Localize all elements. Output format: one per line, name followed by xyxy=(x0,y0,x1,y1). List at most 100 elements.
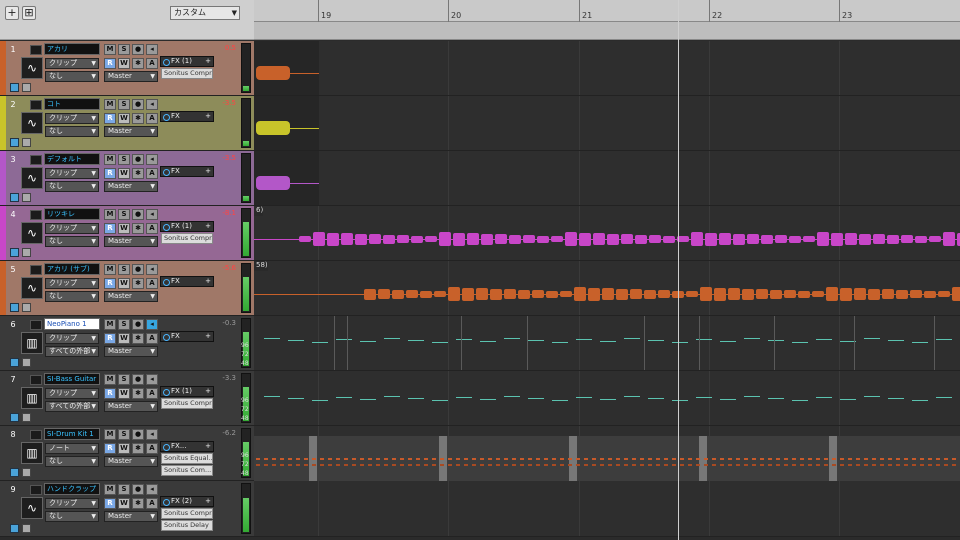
input-dropdown[interactable]: なし ▼ xyxy=(45,181,99,192)
midi-note[interactable] xyxy=(528,340,544,341)
drum-hit[interactable] xyxy=(608,458,612,460)
drum-hit[interactable] xyxy=(472,464,476,466)
drum-hit[interactable] xyxy=(712,458,716,460)
drum-hit[interactable] xyxy=(560,464,564,466)
write-automation-button[interactable]: W xyxy=(118,498,130,509)
mute-button[interactable]: M xyxy=(104,374,116,385)
drum-hit[interactable] xyxy=(440,464,444,466)
fx-plugin-slot[interactable]: Sonitus Compr... xyxy=(161,233,213,244)
drum-hit[interactable] xyxy=(640,458,644,460)
drum-hit[interactable] xyxy=(648,458,652,460)
clip-dropdown[interactable]: ノート ▼ xyxy=(45,443,99,454)
output-dropdown[interactable]: Master ▼ xyxy=(104,456,158,467)
read-automation-button[interactable]: R xyxy=(104,113,116,124)
solo-button[interactable]: S xyxy=(118,319,130,330)
drum-hit[interactable] xyxy=(792,458,796,460)
freeze-button[interactable]: ✱ xyxy=(132,498,144,509)
clip-dropdown[interactable]: クリップ ▼ xyxy=(45,113,99,124)
track-edit-icon[interactable] xyxy=(10,193,19,202)
midi-note[interactable] xyxy=(312,342,328,343)
drum-hit[interactable] xyxy=(880,458,884,460)
midi-note[interactable] xyxy=(264,338,280,339)
track-edit-icon[interactable] xyxy=(10,524,19,533)
write-automation-button[interactable]: W xyxy=(118,168,130,179)
midi-note[interactable] xyxy=(648,398,664,399)
drum-hit[interactable] xyxy=(776,464,780,466)
mute-button[interactable]: M xyxy=(104,319,116,330)
track-2[interactable]: 2 コト M S ● ◂ ∿ クリップ ▼ なし ▼ R W ✱ A Master ▼ -3.5 FX + xyxy=(0,96,254,151)
marker-ruler[interactable] xyxy=(254,22,960,40)
input-monitor-button[interactable]: ◂ xyxy=(146,429,158,440)
drum-hit[interactable] xyxy=(536,464,540,466)
drum-hit[interactable] xyxy=(872,464,876,466)
drum-hit[interactable] xyxy=(616,464,620,466)
drum-hit[interactable] xyxy=(704,458,708,460)
automation-lane-icon[interactable] xyxy=(22,303,31,312)
drum-hit[interactable] xyxy=(632,464,636,466)
input-monitor-button[interactable]: ◂ xyxy=(146,264,158,275)
midi-note[interactable] xyxy=(552,400,568,401)
midi-note[interactable] xyxy=(480,399,496,400)
freeze-button[interactable]: ✱ xyxy=(132,333,144,344)
drum-hit[interactable] xyxy=(416,464,420,466)
preset-dropdown[interactable]: カスタム ▼ xyxy=(170,6,240,20)
record-arm-button[interactable]: ● xyxy=(132,319,144,330)
drum-hit[interactable] xyxy=(912,458,916,460)
drum-hit[interactable] xyxy=(680,464,684,466)
drum-hit[interactable] xyxy=(512,464,516,466)
fx-bin[interactable]: FX (2) + xyxy=(160,496,214,507)
drum-hit[interactable] xyxy=(464,464,468,466)
drum-hit[interactable] xyxy=(584,464,588,466)
write-automation-button[interactable]: W xyxy=(118,443,130,454)
mute-button[interactable]: M xyxy=(104,154,116,165)
input-monitor-button[interactable]: ◂ xyxy=(146,154,158,165)
drum-hit[interactable] xyxy=(280,464,284,466)
drum-hit[interactable] xyxy=(832,458,836,460)
drum-hit[interactable] xyxy=(672,464,676,466)
drum-hit[interactable] xyxy=(720,458,724,460)
midi-note[interactable] xyxy=(408,340,424,341)
drum-hit[interactable] xyxy=(256,464,260,466)
drum-hit[interactable] xyxy=(488,458,492,460)
drum-hit[interactable] xyxy=(520,458,524,460)
drum-hit[interactable] xyxy=(688,464,692,466)
drum-hit[interactable] xyxy=(784,458,788,460)
drum-hit[interactable] xyxy=(600,464,604,466)
drum-hit[interactable] xyxy=(368,464,372,466)
midi-note[interactable] xyxy=(504,396,520,397)
drum-hit[interactable] xyxy=(848,464,852,466)
midi-note[interactable] xyxy=(336,397,352,398)
track-name-field[interactable]: アカリ xyxy=(44,43,100,55)
drum-hit[interactable] xyxy=(832,464,836,466)
track-name-field[interactable]: リツキレ xyxy=(44,208,100,220)
read-automation-button[interactable]: R xyxy=(104,443,116,454)
midi-note[interactable] xyxy=(816,339,832,340)
drum-hit[interactable] xyxy=(376,464,380,466)
drum-hit[interactable] xyxy=(856,458,860,460)
input-monitor-button[interactable]: ◂ xyxy=(146,484,158,495)
midi-note[interactable] xyxy=(288,398,304,399)
midi-note[interactable] xyxy=(696,397,712,398)
drum-hit[interactable] xyxy=(616,458,620,460)
solo-button[interactable]: S xyxy=(118,44,130,55)
record-arm-button[interactable]: ● xyxy=(132,209,144,220)
drum-hit[interactable] xyxy=(760,458,764,460)
drum-hit[interactable] xyxy=(312,464,316,466)
freeze-button[interactable]: ✱ xyxy=(132,58,144,69)
midi-note[interactable] xyxy=(432,400,448,401)
mute-button[interactable]: M xyxy=(104,209,116,220)
drum-hit[interactable] xyxy=(728,458,732,460)
input-monitor-button[interactable]: ◂ xyxy=(146,319,158,330)
drum-hit[interactable] xyxy=(792,464,796,466)
drum-hit[interactable] xyxy=(424,464,428,466)
track-edit-icon[interactable] xyxy=(10,468,19,477)
plus-icon[interactable]: + xyxy=(205,332,211,341)
drum-hit[interactable] xyxy=(432,464,436,466)
drum-hit[interactable] xyxy=(320,458,324,460)
plus-icon[interactable]: + xyxy=(205,112,211,121)
midi-note[interactable] xyxy=(672,400,688,401)
input-dropdown[interactable]: なし ▼ xyxy=(45,456,99,467)
plus-icon[interactable]: + xyxy=(205,57,211,66)
input-dropdown[interactable]: なし ▼ xyxy=(45,511,99,522)
record-arm-button[interactable]: ● xyxy=(132,264,144,275)
